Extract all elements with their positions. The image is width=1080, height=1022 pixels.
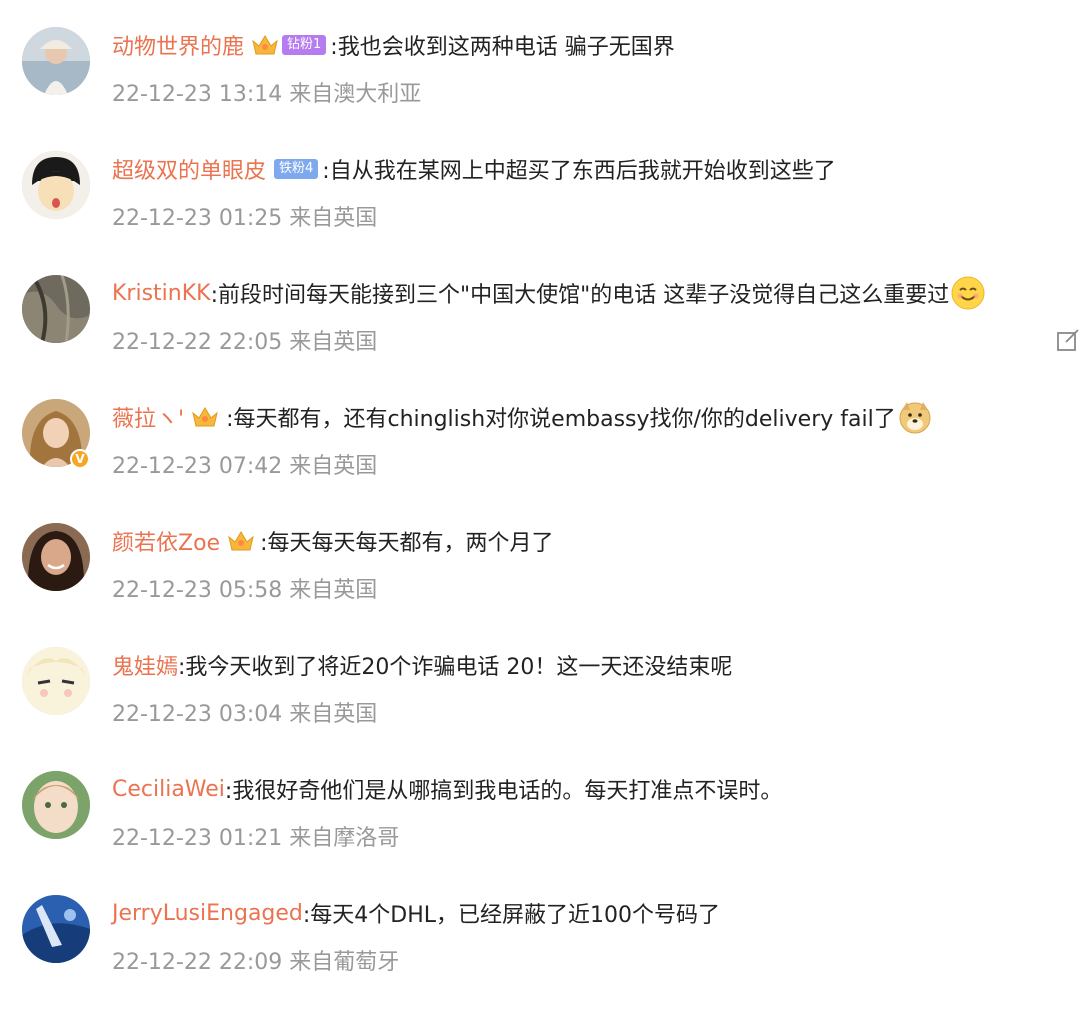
crown-icon xyxy=(190,404,220,430)
comment-item: CeciliaWei :我很好奇他们是从哪搞到我电话的。每天打准点不误时。 22… xyxy=(0,771,1080,898)
comment-item: 鬼娃嫣 :我今天收到了将近20个诈骗电话 20！这一天还没结束呢 22-12-2… xyxy=(0,647,1080,774)
comment-meta: 22-12-23 07:42 来自英国 xyxy=(112,448,377,480)
comment-text: :每天4个DHL，已经屏蔽了近100个号码了 xyxy=(302,903,721,928)
comment-location: 来自英国 xyxy=(289,206,378,231)
comment-time: 22-12-23 01:21 xyxy=(112,826,283,851)
fan-badge[interactable]: 铁粉4 xyxy=(274,159,319,179)
comment-time: 22-12-22 22:09 xyxy=(112,950,283,975)
comment-text: :我很好奇他们是从哪搞到我电话的。每天打准点不误时。 xyxy=(224,779,783,804)
avatar[interactable] xyxy=(22,275,90,343)
comment-location: 来自英国 xyxy=(289,330,378,355)
comment-meta: 22-12-23 13:14 来自澳大利亚 xyxy=(112,76,421,108)
username-link[interactable]: 鬼娃嫣 xyxy=(112,649,178,681)
comment-text: :自从我在某网上中超买了东西后我就开始收到这些了 xyxy=(322,159,836,184)
username-link[interactable]: CeciliaWei xyxy=(112,777,225,802)
comment-text: :每天每天每天都有，两个月了 xyxy=(260,531,554,556)
comment-item: JerryLusiEngaged :每天4个DHL，已经屏蔽了近100个号码了 … xyxy=(0,895,1080,1022)
comment-time: 22-12-23 01:25 xyxy=(112,206,283,231)
comment-meta: 22-12-23 03:04 来自英国 xyxy=(112,696,377,728)
comment-meta: 22-12-22 22:05 来自英国 xyxy=(112,324,377,356)
avatar[interactable] xyxy=(22,647,90,715)
comment-location: 来自澳大利亚 xyxy=(289,82,422,107)
comment-text: :每天都有，还有chinglish对你说embassy找你/你的delivery… xyxy=(226,407,896,432)
crown-icon xyxy=(226,528,256,554)
comment-time: 22-12-23 05:58 xyxy=(112,578,283,603)
avatar[interactable] xyxy=(22,151,90,219)
comment-location: 来自英国 xyxy=(289,702,378,727)
username-link[interactable]: 薇拉ヽ' xyxy=(112,401,184,433)
comment-meta: 22-12-23 05:58 来自英国 xyxy=(112,572,377,604)
username-link[interactable]: JerryLusiEngaged xyxy=(112,901,303,926)
verified-badge-icon: V xyxy=(70,449,90,469)
avatar[interactable] xyxy=(22,523,90,591)
username-link[interactable]: 颜若依Zoe xyxy=(112,525,220,557)
comment-location: 来自英国 xyxy=(289,454,378,479)
comment-time: 22-12-23 07:42 xyxy=(112,454,283,479)
comment-meta: 22-12-23 01:21 来自摩洛哥 xyxy=(112,820,399,852)
comment-time: 22-12-22 22:05 xyxy=(112,330,283,355)
comment-item: KristinKK :前段时间每天能接到三个"中国大使馆"的电话 这辈子没觉得自… xyxy=(0,275,1080,402)
comment-location: 来自摩洛哥 xyxy=(289,826,400,851)
comment-meta: 22-12-23 01:25 来自英国 xyxy=(112,200,377,232)
comment-text: :我今天收到了将近20个诈骗电话 20！这一天还没结束呢 xyxy=(178,655,733,680)
comment-time: 22-12-23 13:14 xyxy=(112,82,283,107)
username-link[interactable]: KristinKK xyxy=(112,281,211,306)
comment-text: :我也会收到这两种电话 骗子无国界 xyxy=(330,35,675,60)
comment-item: V 薇拉ヽ' :每天都有，还有chinglish对你说embassy找你/你的d… xyxy=(0,399,1080,526)
fan-badge[interactable]: 钻粉1 xyxy=(282,35,327,55)
edit-icon[interactable] xyxy=(1056,328,1080,352)
comment-time: 22-12-23 03:04 xyxy=(112,702,283,727)
comment-text: :前段时间每天能接到三个"中国大使馆"的电话 这辈子没觉得自己这么重要过 xyxy=(210,283,950,308)
comment-item: 超级双的单眼皮 铁粉4 :自从我在某网上中超买了东西后我就开始收到这些了 22-… xyxy=(0,151,1080,278)
doge-emoji-icon xyxy=(898,400,932,434)
username-link[interactable]: 动物世界的鹿 xyxy=(112,29,244,61)
comment-location: 来自英国 xyxy=(289,578,378,603)
username-link[interactable]: 超级双的单眼皮 xyxy=(112,153,266,185)
comment-item: 动物世界的鹿 钻粉1 :我也会收到这两种电话 骗子无国界 22-12-23 13… xyxy=(0,27,1080,154)
crown-icon xyxy=(250,32,280,58)
comment-item: 颜若依Zoe :每天每天每天都有，两个月了 22-12-23 05:58 来自英… xyxy=(0,523,1080,650)
comment-location: 来自葡萄牙 xyxy=(289,950,400,975)
avatar[interactable] xyxy=(22,27,90,95)
smile-emoji-icon xyxy=(951,276,985,310)
comment-meta: 22-12-22 22:09 来自葡萄牙 xyxy=(112,944,399,976)
avatar[interactable] xyxy=(22,895,90,963)
avatar[interactable] xyxy=(22,771,90,839)
